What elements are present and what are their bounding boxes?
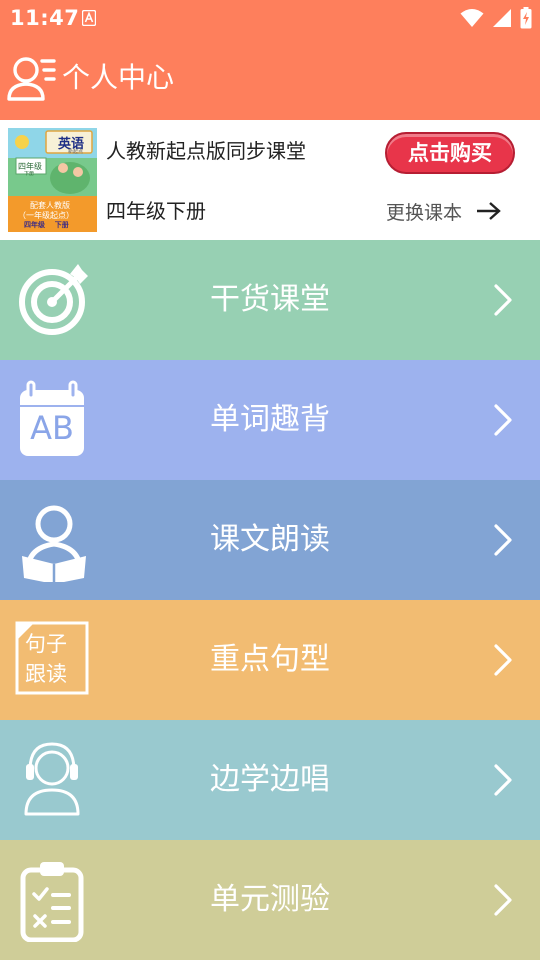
buy-button[interactable]: 点击购买 bbox=[385, 132, 515, 174]
card-text: AB bbox=[30, 409, 74, 447]
page-title: 个人中心 bbox=[62, 61, 175, 94]
menu-label: 重点句型 bbox=[210, 642, 330, 677]
cover-caption-line3: 四年级 下册 bbox=[24, 221, 69, 229]
textbook-grade: 四年级下册 bbox=[106, 199, 206, 223]
card-text-line1: 句子 bbox=[25, 632, 67, 656]
chevron-right-icon bbox=[494, 764, 512, 796]
menu-label: 单词趣背 bbox=[210, 402, 330, 437]
battery-charging-icon bbox=[520, 7, 532, 29]
reader-icon bbox=[22, 505, 86, 582]
textbook-panel: 英语 新起点 四年级 下册 配套人教版 （一年级起点） 四年级 下册 人教新起点… bbox=[0, 120, 540, 240]
card-text-line2: 跟读 bbox=[25, 662, 67, 686]
headphones-user-icon bbox=[24, 742, 80, 816]
app-header: 11:47 个人中心 bbox=[0, 0, 540, 120]
chevron-right-icon bbox=[494, 404, 512, 436]
vocabulary-card-icon: AB bbox=[14, 378, 94, 462]
user-profile-icon[interactable] bbox=[6, 55, 56, 103]
target-icon bbox=[19, 264, 88, 335]
cover-publisher: 新起点 bbox=[68, 149, 84, 155]
change-textbook-button[interactable]: 更换课本 bbox=[386, 198, 502, 224]
menu-label: 单元测验 bbox=[210, 882, 330, 917]
menu-item-learn-and-sing[interactable]: 边学边唱 bbox=[0, 720, 540, 840]
menu-label: 干货课堂 bbox=[210, 282, 330, 317]
menu-item-text-reading[interactable]: 课文朗读 bbox=[0, 480, 540, 600]
status-time: 11:47 bbox=[10, 6, 80, 30]
chevron-right-icon bbox=[494, 884, 512, 916]
status-bar: 11:47 bbox=[0, 0, 540, 36]
system-icons bbox=[460, 7, 532, 29]
textbook-title: 人教新起点版同步课堂 bbox=[106, 139, 306, 163]
menu-item-unit-quiz[interactable]: 单元测验 bbox=[0, 840, 540, 960]
cellular-signal-icon bbox=[493, 9, 511, 27]
textbook-cover[interactable]: 英语 新起点 四年级 下册 配套人教版 （一年级起点） 四年级 下册 bbox=[8, 128, 97, 232]
chevron-right-icon bbox=[494, 284, 512, 316]
menu-item-key-sentences[interactable]: 句子 跟读 重点句型 bbox=[0, 600, 540, 720]
wifi-icon bbox=[460, 9, 484, 27]
menu-item-vocabulary[interactable]: AB 单词趣背 bbox=[0, 360, 540, 480]
cover-term: 下册 bbox=[24, 171, 35, 177]
chevron-right-icon bbox=[494, 524, 512, 556]
menu-label: 边学边唱 bbox=[210, 762, 330, 797]
title-bar: 个人中心 bbox=[0, 50, 540, 110]
clipboard-quiz-icon bbox=[20, 862, 84, 942]
change-textbook-label: 更换课本 bbox=[386, 201, 463, 224]
chevron-right-icon bbox=[494, 644, 512, 676]
sentence-card-icon: 句子 跟读 bbox=[14, 618, 94, 702]
menu-item-dry-goods-class[interactable]: 干货课堂 bbox=[0, 240, 540, 360]
app-notification-icon bbox=[82, 10, 96, 26]
menu-label: 课文朗读 bbox=[210, 522, 330, 557]
arrow-right-icon bbox=[477, 202, 501, 220]
